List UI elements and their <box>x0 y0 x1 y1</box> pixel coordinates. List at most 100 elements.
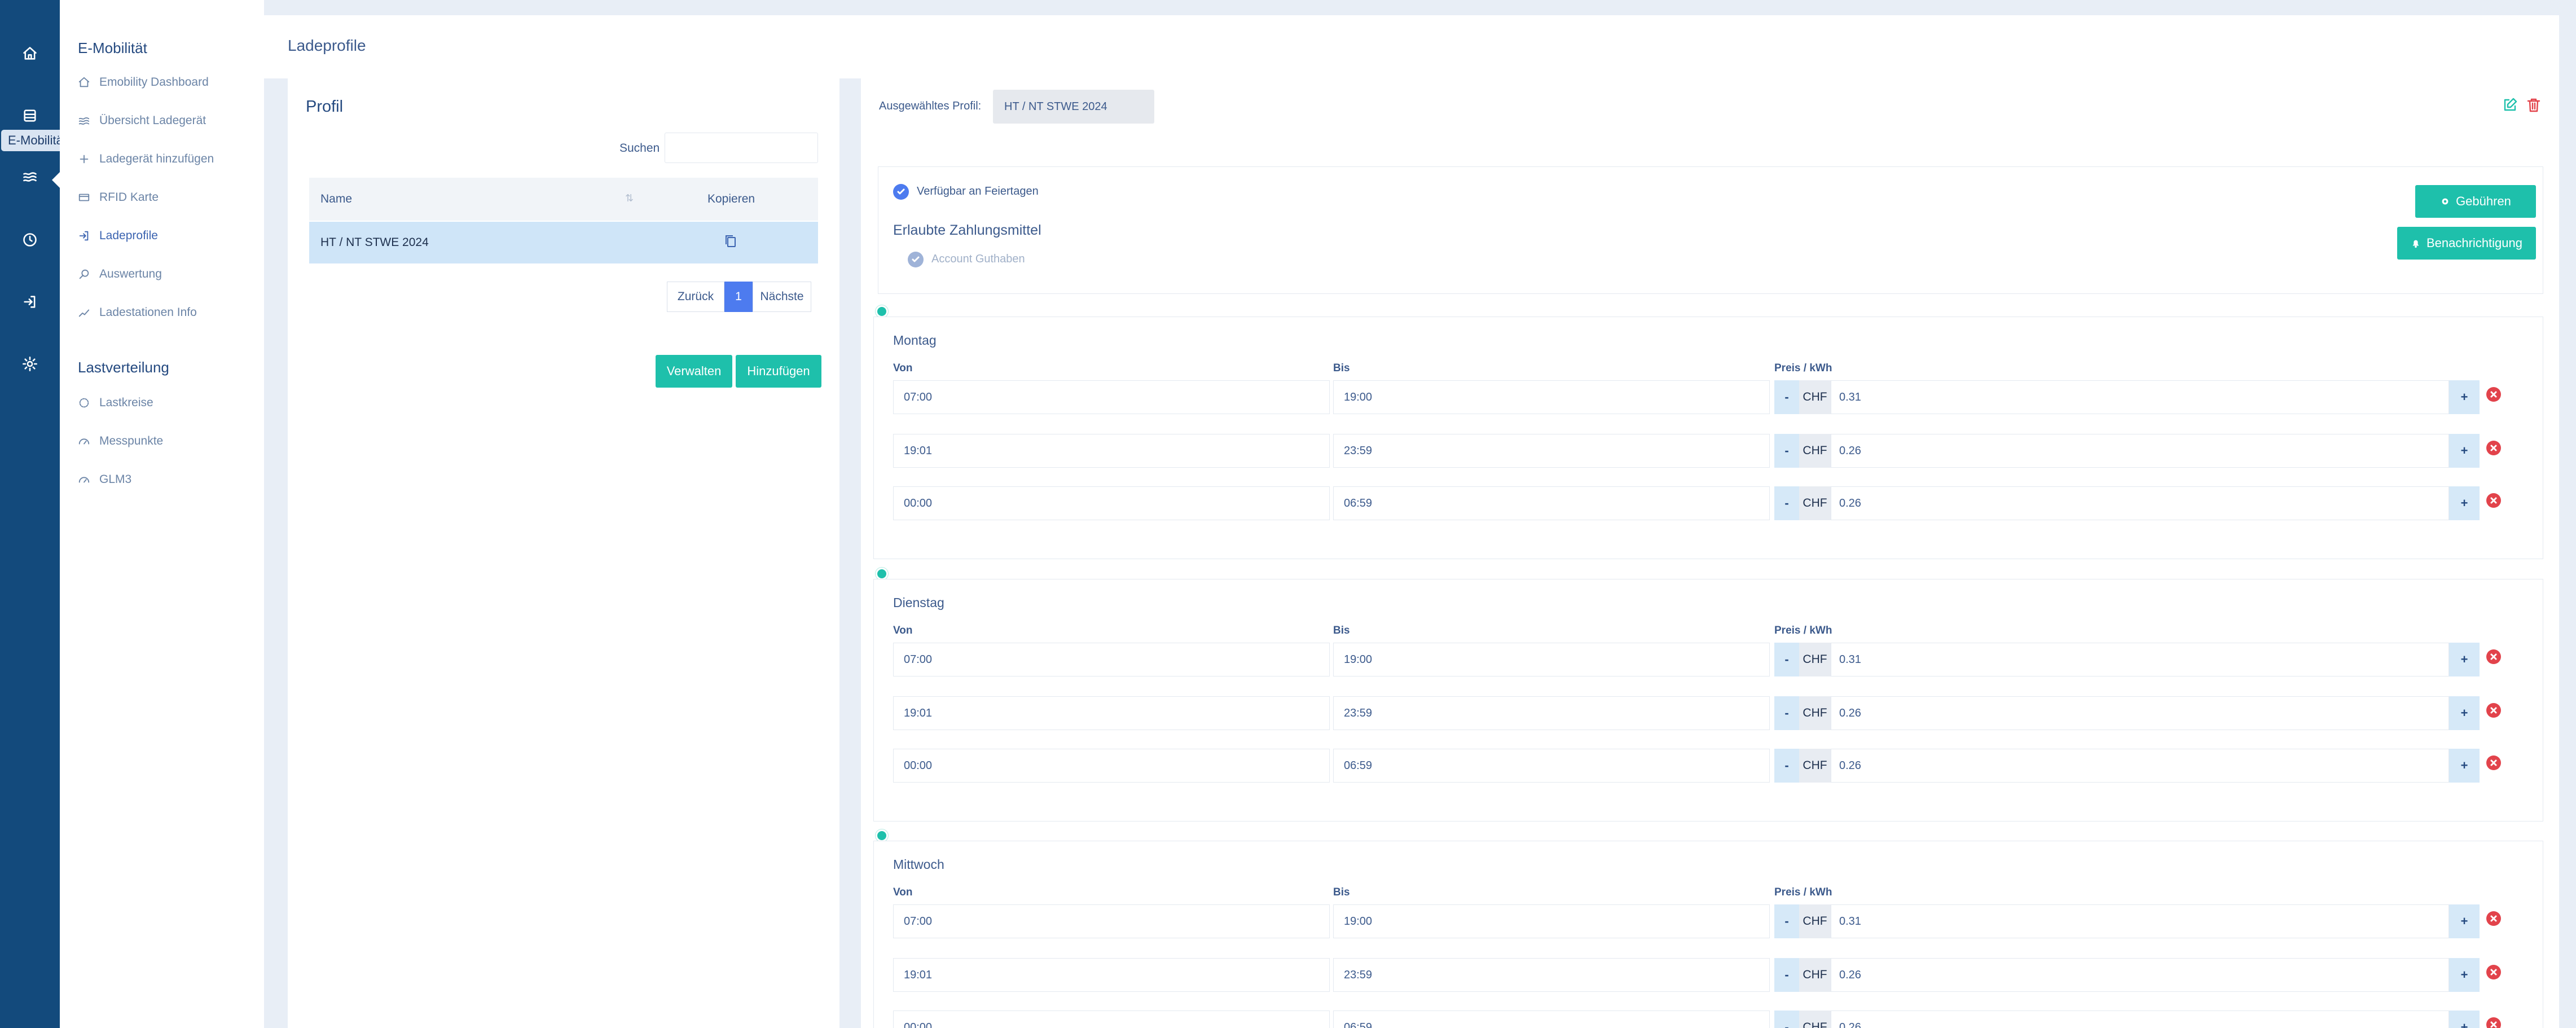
from-time-input[interactable]: 19:01 <box>893 958 1330 992</box>
price-increment-button[interactable]: + <box>2449 749 2480 783</box>
from-time-input[interactable]: 19:01 <box>893 696 1330 730</box>
from-time-input[interactable]: 07:00 <box>893 380 1330 414</box>
table-header: Name ⇅ Kopieren <box>309 178 818 221</box>
price-increment-button[interactable]: + <box>2449 958 2480 992</box>
remove-slot-icon[interactable] <box>2486 649 2501 664</box>
table-row[interactable]: HT / NT STWE 2024 <box>309 222 818 263</box>
sidebar-item-lastkreise[interactable]: Lastkreise <box>78 392 153 414</box>
price-input[interactable]: 0.26 <box>1831 486 2449 520</box>
price-decrement-button[interactable]: - <box>1774 696 1799 730</box>
price-increment-button[interactable]: + <box>2449 643 2480 676</box>
sidebar-item-rfid-karte[interactable]: RFID Karte <box>78 186 159 209</box>
remove-slot-icon[interactable] <box>2486 387 2501 402</box>
price-increment-button[interactable]: + <box>2449 486 2480 520</box>
sidebar-item-emobility-dashboard[interactable]: Emobility Dashboard <box>78 71 209 94</box>
sidebar-section-emobility: E-Mobilität <box>78 39 147 56</box>
currency-label: CHF <box>1799 749 1831 783</box>
remove-slot-icon[interactable] <box>2486 493 2501 508</box>
remove-slot-icon[interactable] <box>2486 1017 2501 1028</box>
from-time-input[interactable]: 00:00 <box>893 1011 1330 1028</box>
price-input[interactable]: 0.31 <box>1831 904 2449 938</box>
price-increment-button[interactable]: + <box>2449 434 2480 468</box>
price-decrement-button[interactable]: - <box>1774 486 1799 520</box>
column-header-from: Von <box>893 362 913 374</box>
price-decrement-button[interactable]: - <box>1774 904 1799 938</box>
to-time-input[interactable]: 19:00 <box>1333 904 1770 938</box>
sidebar-item-auswertung[interactable]: Auswertung <box>78 263 162 285</box>
price-increment-button[interactable]: + <box>2449 904 2480 938</box>
notification-button[interactable]: Benachrichtigung <box>2397 227 2536 260</box>
price-input[interactable]: 0.26 <box>1831 434 2449 468</box>
from-time-input[interactable]: 19:01 <box>893 434 1330 468</box>
price-increment-button[interactable]: + <box>2449 1011 2480 1028</box>
add-button[interactable]: Hinzufügen <box>736 355 821 388</box>
from-time-input[interactable]: 07:00 <box>893 643 1330 676</box>
sidebar-item-label: Ladeprofile <box>99 229 158 242</box>
holidays-checkbox[interactable] <box>893 184 909 200</box>
search-input[interactable] <box>665 133 818 163</box>
delete-icon[interactable] <box>2525 96 2542 113</box>
sidebar-item-uebersicht-ladegeraet[interactable]: Übersicht Ladegerät <box>78 109 206 132</box>
price-decrement-button[interactable]: - <box>1774 958 1799 992</box>
to-time-input[interactable]: 23:59 <box>1333 696 1770 730</box>
remove-slot-icon[interactable] <box>2486 965 2501 979</box>
to-time-input[interactable]: 19:00 <box>1333 380 1770 414</box>
sort-icon[interactable]: ⇅ <box>625 192 634 204</box>
day-schedule-2: Dienstag Von Bis Preis / kWh 07:00 19:00- CHF 0… <box>873 579 2543 821</box>
price-increment-button[interactable]: + <box>2449 696 2480 730</box>
payment-account-checkbox[interactable] <box>908 252 924 267</box>
sidebar-item-label: Ladegerät hinzufügen <box>99 152 214 165</box>
from-time-input[interactable]: 07:00 <box>893 904 1330 938</box>
pagination-next[interactable]: Nächste <box>753 282 811 312</box>
notification-button-label: Benachrichtigung <box>2426 236 2522 250</box>
to-time-input[interactable]: 23:59 <box>1333 958 1770 992</box>
remove-slot-icon[interactable] <box>2486 441 2501 455</box>
remove-slot-icon[interactable] <box>2486 703 2501 718</box>
to-time-input[interactable]: 19:00 <box>1333 643 1770 676</box>
to-time-input[interactable]: 06:59 <box>1333 486 1770 520</box>
price-input[interactable]: 0.26 <box>1831 958 2449 992</box>
price-increment-button[interactable]: + <box>2449 380 2480 414</box>
fees-button[interactable]: Gebühren <box>2415 185 2536 218</box>
from-time-input[interactable]: 00:00 <box>893 486 1330 520</box>
price-decrement-button[interactable]: - <box>1774 643 1799 676</box>
waves-icon[interactable] <box>15 161 45 192</box>
price-input[interactable]: 0.26 <box>1831 696 2449 730</box>
price-decrement-button[interactable]: - <box>1774 749 1799 783</box>
price-input[interactable]: 0.26 <box>1831 1011 2449 1028</box>
sidebar-item-ladestationen-info[interactable]: Ladestationen Info <box>78 301 197 324</box>
plus-icon <box>80 155 89 164</box>
to-time-input[interactable]: 06:59 <box>1333 1011 1770 1028</box>
pagination-page-1[interactable]: 1 <box>724 282 753 312</box>
sidebar-item-ladegeraet-hinzufuegen[interactable]: Ladegerät hinzufügen <box>78 148 214 170</box>
to-time-input[interactable]: 23:59 <box>1333 434 1770 468</box>
from-time-input[interactable]: 00:00 <box>893 749 1330 783</box>
column-header-name[interactable]: Name <box>320 192 352 206</box>
building-icon[interactable] <box>15 100 45 131</box>
price-input[interactable]: 0.31 <box>1831 380 2449 414</box>
pagination-prev[interactable]: Zurück <box>667 282 724 312</box>
payment-title: Erlaubte Zahlungsmittel <box>893 222 1041 238</box>
timeline-dot <box>876 829 888 842</box>
sidebar-item-glm3[interactable]: GLM3 <box>78 468 131 491</box>
column-header-from: Von <box>893 625 913 636</box>
login-icon[interactable] <box>15 287 45 317</box>
clock-icon[interactable] <box>15 225 45 255</box>
sidebar-item-ladeprofile[interactable]: Ladeprofile <box>78 225 158 247</box>
remove-slot-icon[interactable] <box>2486 911 2501 926</box>
gear-icon[interactable] <box>15 349 45 379</box>
edit-icon[interactable] <box>2502 96 2518 113</box>
sidebar-item-messpunkte[interactable]: Messpunkte <box>78 430 163 453</box>
price-input[interactable]: 0.31 <box>1831 643 2449 676</box>
to-time-input[interactable]: 06:59 <box>1333 749 1770 783</box>
price-decrement-button[interactable]: - <box>1774 1011 1799 1028</box>
manage-button[interactable]: Verwalten <box>656 355 732 388</box>
home-icon[interactable] <box>15 38 45 69</box>
circle-icon <box>79 398 89 408</box>
copy-icon[interactable] <box>724 234 737 252</box>
currency-label: CHF <box>1799 958 1831 992</box>
price-decrement-button[interactable]: - <box>1774 434 1799 468</box>
price-decrement-button[interactable]: - <box>1774 380 1799 414</box>
remove-slot-icon[interactable] <box>2486 755 2501 770</box>
price-input[interactable]: 0.26 <box>1831 749 2449 783</box>
